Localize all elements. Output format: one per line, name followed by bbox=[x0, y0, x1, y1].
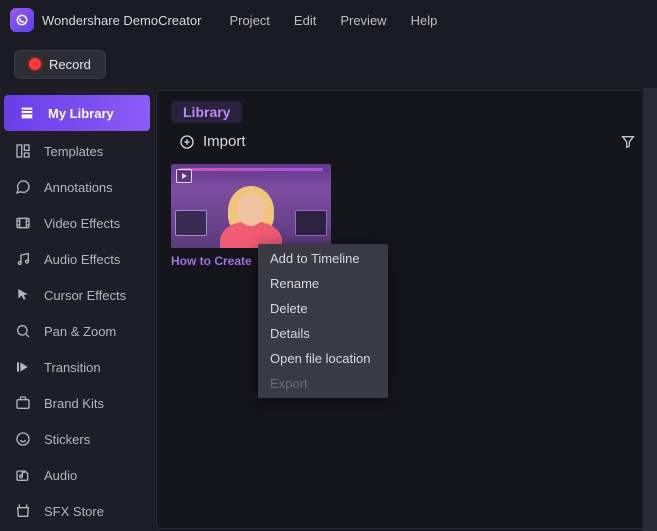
content-area: How to Create bbox=[157, 160, 650, 528]
sidebar-item-label: Templates bbox=[44, 144, 103, 159]
sidebar-item-audio[interactable]: Audio bbox=[0, 457, 154, 493]
sidebar-item-label: Stickers bbox=[44, 432, 90, 447]
import-button[interactable]: Import bbox=[179, 133, 246, 150]
sidebar-item-label: My Library bbox=[48, 106, 114, 121]
pan-zoom-icon bbox=[14, 322, 32, 340]
toolbar: Record bbox=[0, 40, 657, 88]
record-dot-icon bbox=[29, 58, 41, 70]
sidebar-item-label: Brand Kits bbox=[44, 396, 104, 411]
filter-icon[interactable] bbox=[620, 134, 636, 150]
menu-edit[interactable]: Edit bbox=[294, 13, 316, 28]
annotations-icon bbox=[14, 178, 32, 196]
ctx-add-to-timeline[interactable]: Add to Timeline bbox=[258, 246, 388, 271]
cursor-effects-icon bbox=[14, 286, 32, 304]
menu-help[interactable]: Help bbox=[411, 13, 438, 28]
audio-icon bbox=[14, 466, 32, 484]
ctx-details[interactable]: Details bbox=[258, 321, 388, 346]
app-logo-icon bbox=[10, 8, 34, 32]
sidebar-item-label: Annotations bbox=[44, 180, 113, 195]
sidebar-item-label: Cursor Effects bbox=[44, 288, 126, 303]
ctx-rename[interactable]: Rename bbox=[258, 271, 388, 296]
context-menu: Add to Timeline Rename Delete Details Op… bbox=[258, 244, 388, 398]
app-logo-area: Wondershare DemoCreator bbox=[10, 8, 201, 32]
sidebar-item-transition[interactable]: Transition bbox=[0, 349, 154, 385]
sidebar-item-label: Transition bbox=[44, 360, 101, 375]
library-icon bbox=[18, 104, 36, 122]
media-thumbnail bbox=[171, 164, 331, 248]
sidebar-item-label: Pan & Zoom bbox=[44, 324, 116, 339]
titlebar: Wondershare DemoCreator Project Edit Pre… bbox=[0, 0, 657, 40]
tab-library[interactable]: Library bbox=[171, 101, 242, 123]
ctx-delete[interactable]: Delete bbox=[258, 296, 388, 321]
brand-kits-icon bbox=[14, 394, 32, 412]
sidebar-item-video-effects[interactable]: Video Effects bbox=[0, 205, 154, 241]
sidebar-item-sfx-store[interactable]: SFX Store bbox=[0, 493, 154, 529]
sfx-store-icon bbox=[14, 502, 32, 520]
import-label: Import bbox=[203, 133, 246, 150]
import-row: Import bbox=[157, 127, 650, 160]
templates-icon bbox=[14, 142, 32, 160]
sidebar: My Library Templates Annotations Video E… bbox=[0, 88, 154, 531]
sidebar-item-pan-zoom[interactable]: Pan & Zoom bbox=[0, 313, 154, 349]
sidebar-item-cursor-effects[interactable]: Cursor Effects bbox=[0, 277, 154, 313]
sidebar-item-label: Audio Effects bbox=[44, 252, 120, 267]
sidebar-item-label: Video Effects bbox=[44, 216, 120, 231]
audio-effects-icon bbox=[14, 250, 32, 268]
menu-project[interactable]: Project bbox=[229, 13, 269, 28]
right-scrollbar[interactable] bbox=[643, 88, 657, 531]
sidebar-item-audio-effects[interactable]: Audio Effects bbox=[0, 241, 154, 277]
sidebar-item-templates[interactable]: Templates bbox=[0, 133, 154, 169]
sidebar-item-my-library[interactable]: My Library bbox=[4, 95, 150, 131]
main-header: Library bbox=[157, 91, 650, 127]
record-button[interactable]: Record bbox=[14, 50, 106, 79]
sidebar-item-stickers[interactable]: Stickers bbox=[0, 421, 154, 457]
sidebar-item-label: SFX Store bbox=[44, 504, 104, 519]
ctx-open-file-location[interactable]: Open file location bbox=[258, 346, 388, 371]
menu-preview[interactable]: Preview bbox=[340, 13, 386, 28]
video-effects-icon bbox=[14, 214, 32, 232]
main-panel: Library Import bbox=[156, 90, 651, 529]
ctx-export: Export bbox=[258, 371, 388, 396]
sidebar-item-annotations[interactable]: Annotations bbox=[0, 169, 154, 205]
record-label: Record bbox=[49, 57, 91, 72]
app-title: Wondershare DemoCreator bbox=[42, 13, 201, 28]
sidebar-item-label: Audio bbox=[44, 468, 77, 483]
transition-icon bbox=[14, 358, 32, 376]
stickers-icon bbox=[14, 430, 32, 448]
import-plus-icon bbox=[179, 134, 195, 150]
video-badge-icon bbox=[176, 169, 192, 183]
sidebar-item-brand-kits[interactable]: Brand Kits bbox=[0, 385, 154, 421]
